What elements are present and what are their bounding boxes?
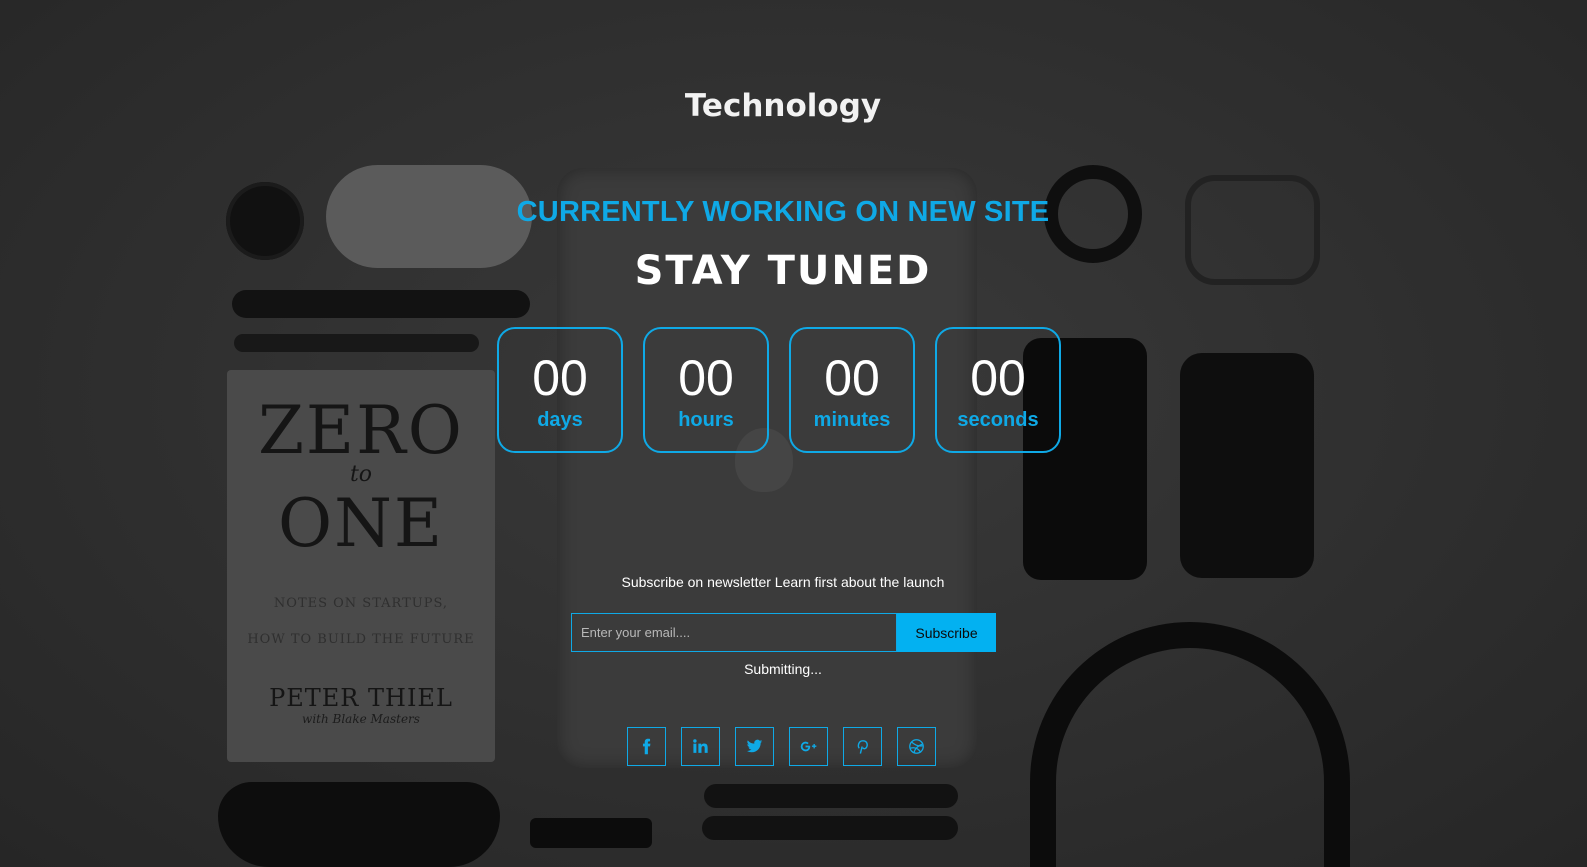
countdown-unit: hours <box>678 409 734 431</box>
twitter-link[interactable] <box>735 727 774 766</box>
facebook-link[interactable] <box>627 727 666 766</box>
countdown-minutes: 00 minutes <box>789 327 915 453</box>
countdown-value: 00 <box>532 350 588 406</box>
countdown-days: 00 days <box>497 327 623 453</box>
submit-status: Submitting... <box>744 661 822 677</box>
dribbble-icon <box>909 739 924 754</box>
book-author: PETER THIEL <box>269 684 453 712</box>
usb-drive-image <box>530 818 652 848</box>
google-plus-link[interactable] <box>789 727 828 766</box>
google-plus-icon <box>800 741 817 752</box>
page-subtitle: CURRENTLY WORKING ON NEW SITE <box>516 196 1050 228</box>
book-title-line: ONE <box>277 485 445 562</box>
twitter-icon <box>746 739 763 753</box>
pen-image <box>702 816 958 840</box>
book-subtitle-line: HOW TO BUILD THE FUTURE <box>247 632 475 647</box>
newsletter-form: Subscribe <box>571 613 996 652</box>
pinterest-link[interactable] <box>843 727 882 766</box>
linkedin-link[interactable] <box>681 727 720 766</box>
pencil-image <box>234 334 479 352</box>
page-headline: STAY TUNED <box>634 248 932 294</box>
book-image: ZERO to ONE NOTES ON STARTUPS, HOW TO BU… <box>227 370 495 762</box>
facebook-icon <box>642 738 651 755</box>
newsletter-description: Subscribe on newsletter Learn first abou… <box>621 574 945 590</box>
countdown-hours: 00 hours <box>643 327 769 453</box>
pinterest-icon <box>857 740 868 754</box>
countdown-value: 00 <box>970 350 1026 406</box>
countdown-seconds: 00 seconds <box>935 327 1061 453</box>
book-subtitle-line: NOTES ON STARTUPS, <box>273 596 449 611</box>
countdown-value: 00 <box>678 350 734 406</box>
linkedin-icon <box>693 739 708 753</box>
wallet-image <box>1180 353 1314 578</box>
countdown-unit: days <box>537 409 583 431</box>
social-links <box>627 727 936 766</box>
countdown-value: 00 <box>824 350 880 406</box>
sunglasses-image <box>218 782 500 867</box>
headphones-image <box>1030 622 1350 867</box>
countdown-unit: seconds <box>957 409 1039 431</box>
book-title-line: to <box>349 462 373 487</box>
email-input[interactable] <box>571 613 897 652</box>
pen-image <box>232 290 530 318</box>
countdown-timer: 00 days 00 hours 00 minutes 00 seconds <box>497 327 1061 453</box>
book-title-line: ZERO <box>258 392 464 469</box>
subscribe-button[interactable]: Subscribe <box>897 613 996 652</box>
countdown-unit: minutes <box>813 409 891 431</box>
dribbble-link[interactable] <box>897 727 936 766</box>
brand-title: Technology <box>684 88 882 124</box>
book-coauthor: with Blake Masters <box>302 712 420 726</box>
pen-image <box>704 784 958 808</box>
